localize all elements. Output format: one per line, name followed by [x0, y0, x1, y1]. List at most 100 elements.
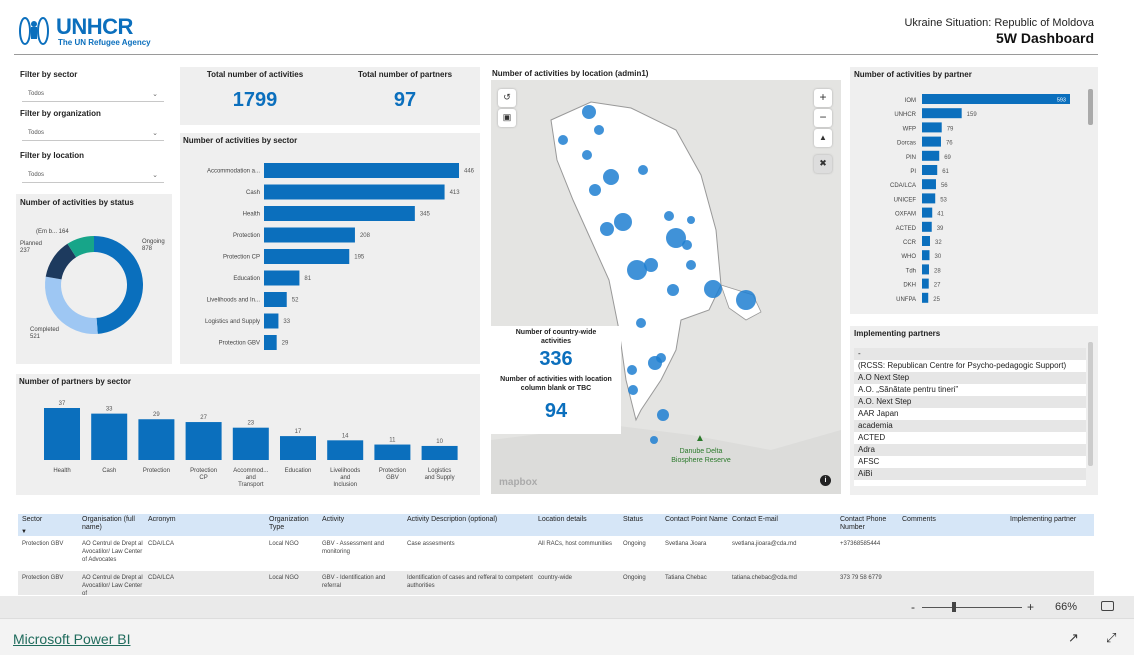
map-zoom-in-button[interactable]: + — [814, 89, 832, 107]
table-header-cell[interactable]: Contact Point Name — [665, 516, 729, 524]
info-icon[interactable]: i — [820, 475, 831, 486]
sector-bar[interactable] — [264, 184, 445, 200]
implementing-list-item[interactable]: A.O. Next Step — [854, 396, 1086, 408]
partner-bar[interactable] — [922, 292, 929, 303]
partner-bar[interactable] — [922, 264, 929, 275]
table-header-cell[interactable]: Status — [623, 516, 663, 524]
table-header-cell[interactable]: Comments — [902, 516, 1006, 524]
map-bubble[interactable] — [558, 135, 568, 145]
implementing-list-item[interactable]: academia — [854, 420, 1086, 432]
partner-sector-bar[interactable] — [185, 422, 222, 460]
partner-bar[interactable] — [922, 236, 930, 246]
partner-sector-bar[interactable] — [91, 413, 128, 460]
partner-bar[interactable] — [922, 108, 962, 119]
partner-sector-bar[interactable] — [280, 436, 316, 460]
implementing-list-item[interactable]: ACTED — [854, 432, 1086, 444]
table-header-cell[interactable]: Implementing partner — [1010, 516, 1094, 524]
map-bubble[interactable] — [687, 216, 695, 224]
map-bubble[interactable] — [582, 105, 596, 119]
partner-bar[interactable] — [922, 122, 942, 133]
zoom-slider[interactable] — [922, 607, 1022, 608]
table-header-cell[interactable]: Contact Phone Number — [840, 516, 900, 532]
sector-bar[interactable] — [264, 313, 279, 329]
partner-bar[interactable] — [922, 136, 941, 147]
donut-slice[interactable] — [45, 276, 98, 334]
implementing-list-item[interactable]: AAR Japan — [854, 408, 1086, 420]
map-bubble[interactable] — [582, 150, 592, 160]
zoom-slider-thumb[interactable] — [952, 602, 956, 612]
fit-to-page-icon[interactable] — [1101, 601, 1114, 611]
lasso-select-icon[interactable]: ↺ — [498, 89, 516, 107]
map-bubble[interactable] — [600, 222, 614, 236]
map-zoom-out-button[interactable]: − — [814, 109, 832, 127]
partner-sector-bar[interactable] — [374, 444, 411, 460]
implementing-list-item[interactable]: AiBi — [854, 468, 1086, 480]
donut-slice[interactable] — [94, 236, 143, 334]
rect-select-icon[interactable]: ▣ — [498, 109, 516, 127]
sort-arrow-icon[interactable]: ▼ — [21, 529, 27, 535]
map-bubble[interactable] — [636, 318, 646, 328]
implementing-list-item[interactable]: Adra — [854, 444, 1086, 456]
map-bubble[interactable] — [657, 409, 669, 421]
zoom-minus-button[interactable]: - — [911, 600, 915, 614]
map-bubble[interactable] — [603, 169, 619, 185]
table-header-cell[interactable]: Acronym — [148, 516, 266, 524]
compass-icon[interactable]: ▲ — [814, 129, 832, 147]
filter-organization-dropdown[interactable]: Todos ⌄ — [22, 126, 164, 141]
table-header-cell[interactable]: Activity — [322, 516, 404, 524]
sector-bar[interactable] — [264, 206, 415, 221]
partner-bar[interactable] — [922, 165, 938, 175]
map-bubble[interactable] — [704, 280, 722, 298]
partner-sector-bar[interactable] — [232, 427, 269, 460]
map-bubble[interactable] — [648, 356, 662, 370]
map-area[interactable]: + − ▲ ✖ ↺ ▣ i mapbox ▲ Danube Delta Bios… — [491, 80, 841, 494]
implementing-list-item[interactable]: A.O. „Sănătate pentru tineri” — [854, 384, 1086, 396]
partner-sector-bar[interactable] — [327, 440, 364, 460]
partner-bar[interactable] — [922, 193, 936, 204]
sector-bar[interactable] — [264, 335, 277, 350]
map-bubble[interactable] — [627, 260, 647, 280]
fullscreen-icon[interactable]: ⤢ — [1106, 630, 1116, 646]
implementing-list-item[interactable]: AFSC — [854, 456, 1086, 468]
map-bubble[interactable] — [594, 125, 604, 135]
table-header-cell[interactable]: Organization Type — [269, 516, 319, 532]
partner-bar[interactable] — [922, 250, 930, 261]
filter-location-dropdown[interactable]: Todos ⌄ — [22, 168, 164, 183]
sector-bar[interactable] — [264, 292, 287, 307]
map-bubble[interactable] — [682, 240, 692, 250]
map-bubble[interactable] — [614, 213, 632, 231]
implementing-list-item[interactable]: (RCSS: Republican Centre for Psycho-peda… — [854, 360, 1086, 372]
map-bubble[interactable] — [627, 365, 637, 375]
table-header-cell[interactable]: Sector — [22, 516, 80, 524]
map-bubble[interactable] — [589, 184, 601, 196]
partner-bar[interactable] — [922, 278, 929, 289]
sector-bar[interactable] — [264, 227, 355, 243]
partner-sector-bar[interactable] — [138, 419, 175, 460]
zoom-plus-button[interactable]: + — [1027, 600, 1034, 614]
implementing-list-item[interactable]: A.O Next Step — [854, 372, 1086, 384]
map-bubble[interactable] — [650, 436, 658, 444]
partner-bar[interactable] — [922, 179, 936, 190]
sector-bar[interactable] — [264, 163, 459, 178]
map-bubble[interactable] — [638, 165, 648, 175]
partner-chart-scrollbar[interactable] — [1088, 89, 1093, 125]
table-header-cell[interactable]: Contact E-mail — [732, 516, 836, 524]
table-header-cell[interactable]: Activity Description (optional) — [407, 516, 535, 524]
table-row[interactable]: Protection GBV AO Centrul de Drept al Avo… — [18, 571, 1094, 595]
implementing-scrollbar[interactable] — [1088, 342, 1093, 466]
map-bubble[interactable] — [628, 385, 638, 395]
partner-bar[interactable] — [922, 150, 940, 161]
map-lock-icon[interactable]: ✖ — [814, 155, 832, 173]
partner-sector-bar[interactable] — [44, 408, 80, 460]
partner-bar[interactable] — [922, 94, 1070, 104]
partner-bar[interactable] — [922, 207, 933, 218]
share-icon[interactable]: ↗ — [1068, 630, 1079, 646]
filter-sector-dropdown[interactable]: Todos ⌄ — [22, 87, 164, 102]
map-bubble[interactable] — [667, 284, 679, 296]
implementing-list-item[interactable]: - — [854, 348, 1086, 360]
table-row[interactable]: Protection GBV AO Centrul de Drept al Avo… — [18, 537, 1094, 571]
map-bubble[interactable] — [686, 260, 696, 270]
partner-sector-bar[interactable] — [421, 445, 458, 460]
map-bubble[interactable] — [736, 290, 756, 310]
table-header-cell[interactable]: Organisation (full name) — [82, 516, 144, 532]
